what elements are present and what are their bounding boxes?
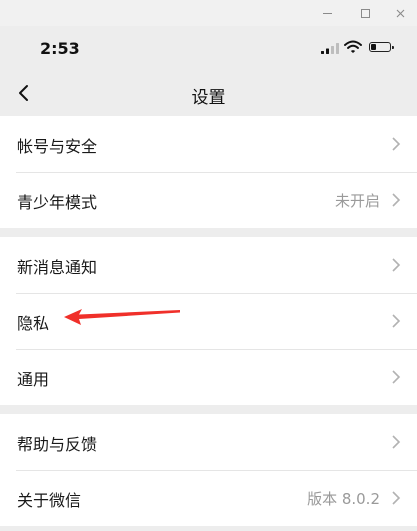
chevron-right-icon bbox=[392, 370, 401, 384]
row-label: 新消息通知 bbox=[17, 258, 98, 277]
row-label: 帐号与安全 bbox=[17, 137, 98, 156]
chevron-right-icon bbox=[392, 314, 401, 328]
row-label: 帮助与反馈 bbox=[17, 435, 98, 454]
settings-row-help-feedback[interactable]: 帮助与反馈 bbox=[0, 414, 417, 470]
chevron-right-icon bbox=[392, 435, 401, 449]
row-label: 关于微信 bbox=[17, 491, 82, 510]
window-titlebar bbox=[0, 0, 417, 26]
status-bar: 2:53 bbox=[0, 26, 417, 72]
close-icon[interactable] bbox=[382, 0, 417, 26]
wifi-icon bbox=[344, 40, 362, 53]
row-label: 隐私 bbox=[17, 314, 50, 333]
chevron-right-icon bbox=[392, 258, 401, 272]
settings-row-notifications[interactable]: 新消息通知 bbox=[0, 237, 417, 293]
settings-row-teen-mode[interactable]: 青少年模式 未开启 bbox=[0, 172, 417, 228]
settings-group-about: 帮助与反馈 关于微信 版本 8.0.2 bbox=[0, 414, 417, 526]
navigation-bar: 设置 bbox=[0, 72, 417, 116]
row-value: 版本 8.0.2 bbox=[307, 490, 380, 508]
page-title: 设置 bbox=[191, 88, 226, 108]
settings-row-about-wechat[interactable]: 关于微信 版本 8.0.2 bbox=[0, 470, 417, 526]
settings-row-general[interactable]: 通用 bbox=[0, 349, 417, 405]
status-time: 2:53 bbox=[40, 39, 80, 58]
row-label: 青少年模式 bbox=[17, 193, 98, 212]
row-value: 未开启 bbox=[334, 192, 380, 210]
row-label: 通用 bbox=[17, 370, 50, 389]
chevron-right-icon bbox=[392, 137, 401, 151]
annotation-arrow-icon bbox=[64, 309, 180, 325]
cellular-signal-icon bbox=[321, 43, 339, 54]
settings-group-account: 帐号与安全 青少年模式 未开启 bbox=[0, 116, 417, 228]
settings-row-account-security[interactable]: 帐号与安全 bbox=[0, 116, 417, 172]
minimize-icon[interactable] bbox=[309, 0, 345, 26]
chevron-right-icon bbox=[392, 491, 401, 505]
maximize-icon[interactable] bbox=[347, 0, 383, 26]
battery-icon bbox=[369, 42, 394, 52]
chevron-right-icon bbox=[392, 193, 401, 207]
